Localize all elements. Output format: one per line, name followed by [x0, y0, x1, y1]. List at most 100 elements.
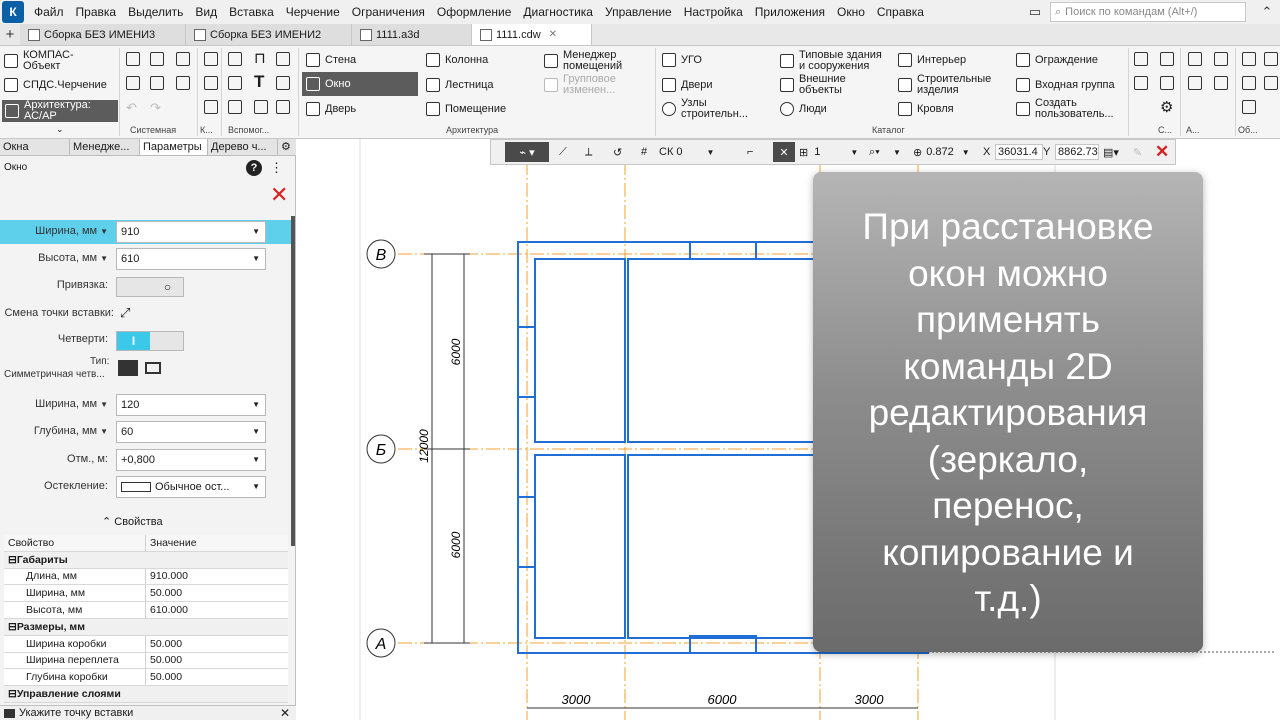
interior-button[interactable]: Интерьер	[898, 53, 966, 67]
cancel-command-icon[interactable]: ✕	[1155, 142, 1169, 161]
height-select[interactable]: 610 ▼	[116, 248, 266, 270]
add-point-icon[interactable]	[1242, 100, 1256, 114]
room-button[interactable]: Помещение	[426, 102, 506, 116]
dropdown-arrow-icon[interactable]: ▼	[893, 144, 901, 160]
doors-catalog-button[interactable]: Двери	[662, 78, 713, 92]
type-symmetric-icon[interactable]	[118, 360, 138, 376]
round-icon[interactable]: ↺	[613, 144, 622, 160]
aux-line-icon[interactable]	[228, 52, 242, 66]
menu-item[interactable]: Настройка	[678, 0, 749, 24]
mirror-icon[interactable]	[1242, 52, 1256, 66]
snap-active-icon[interactable]: ✕	[773, 142, 795, 162]
anchor-toggle[interactable]: ○	[116, 277, 184, 297]
property-value[interactable]: 910.000	[146, 570, 188, 582]
fence-button[interactable]: Ограждение	[1016, 53, 1098, 67]
paste-icon[interactable]	[204, 76, 218, 90]
kompas-object-button[interactable]: КОМПАС-Объект	[4, 50, 83, 72]
edit-disabled-icon[interactable]: ✎	[1133, 144, 1142, 160]
sync-icon[interactable]	[1160, 76, 1174, 90]
property-value[interactable]: 50.000	[146, 671, 182, 683]
room-manager-button[interactable]: Менеджер помещений	[544, 50, 637, 72]
menu-item[interactable]: Приложения	[749, 0, 831, 24]
undo-icon[interactable]: ↶	[126, 100, 137, 116]
door-button[interactable]: Дверь	[306, 102, 356, 116]
menu-item[interactable]: Управление	[599, 0, 678, 24]
window-restore-icon[interactable]: ▭	[1026, 3, 1044, 21]
menu-item[interactable]: Черчение	[280, 0, 346, 24]
menu-item[interactable]: Ограничения	[346, 0, 431, 24]
move-icon[interactable]	[1242, 76, 1256, 90]
table-row[interactable]: Ширина переплета 50.000	[4, 652, 288, 670]
ortho-icon[interactable]: ⟋	[559, 144, 567, 160]
panel-settings-icon[interactable]: ⚙	[278, 139, 296, 155]
kompas-app-icon[interactable]: К	[2, 1, 24, 23]
menu-item[interactable]: Правка	[70, 0, 123, 24]
menu-item[interactable]: Вставка	[223, 0, 280, 24]
roof-button[interactable]: Кровля	[898, 102, 954, 116]
redo-icon[interactable]: ↷	[150, 100, 161, 116]
property-value[interactable]: 50.000	[146, 587, 182, 599]
properties-header[interactable]: ⌃ Свойства	[102, 515, 163, 528]
table-group-row[interactable]: ⊟ Габариты	[4, 551, 288, 569]
collapse-group-icon[interactable]: ⊟	[8, 621, 17, 633]
level-icon[interactable]	[1214, 76, 1228, 90]
group-icon[interactable]	[228, 100, 242, 114]
x-coord-input[interactable]: 36031.4	[995, 144, 1043, 160]
building-products-button[interactable]: Строительные изделия	[898, 74, 1001, 96]
menu-item[interactable]: Вид	[189, 0, 223, 24]
column-button[interactable]: Колонна	[426, 53, 488, 67]
status-close-icon[interactable]: ✕	[280, 706, 290, 720]
type-asymmetric-icon[interactable]	[145, 362, 161, 374]
rotate-icon[interactable]	[254, 100, 268, 114]
snap-mode-button[interactable]: ⌁ ▾	[505, 142, 549, 162]
new-file-icon[interactable]	[126, 52, 140, 66]
typical-buildings-button[interactable]: Типовые здания и сооружения	[780, 50, 891, 72]
tree-view-icon[interactable]: ⋮	[270, 160, 283, 176]
scissors-icon[interactable]	[1264, 52, 1278, 66]
document-tab[interactable]: Сборка БЕЗ ИМЕНИ2	[186, 24, 352, 45]
document-tab[interactable]: 1111.cdw ✕	[472, 24, 592, 45]
menu-item[interactable]: Окно	[831, 0, 871, 24]
y-coord-input[interactable]: 8862.73	[1055, 144, 1099, 160]
entrance-group-button[interactable]: Входная группа	[1016, 78, 1115, 92]
table-row[interactable]: Ширина, мм 50.000	[4, 585, 288, 603]
settings-gear-icon[interactable]: ⚙	[1160, 98, 1173, 116]
q-depth-select[interactable]: 60 ▼	[116, 421, 266, 443]
grid-icon[interactable]: #	[641, 144, 647, 160]
close-panel-icon[interactable]: ✕	[270, 184, 288, 206]
new-document-icon[interactable]: +	[0, 23, 20, 45]
ugo-button[interactable]: УГО	[662, 53, 702, 67]
menu-item[interactable]: Файл	[28, 0, 70, 24]
open-folder-icon[interactable]	[150, 52, 164, 66]
axis-icon[interactable]	[1188, 76, 1202, 90]
layer-select[interactable]: ⊞ 1 ▼	[799, 144, 858, 160]
minimize-ribbon-icon[interactable]: ⌃	[1258, 3, 1276, 21]
menu-item[interactable]: Оформление	[431, 0, 517, 24]
architecture-app-button[interactable]: Архитектура: АС/АР	[2, 100, 118, 122]
tab-windows[interactable]: Окна	[0, 139, 70, 155]
menu-item[interactable]: Выделить	[122, 0, 189, 24]
group-change-button[interactable]: Групповое изменен...	[544, 74, 637, 96]
save-icon[interactable]	[176, 52, 190, 66]
zoom-icon[interactable]: ⌕▾	[869, 144, 880, 160]
menu-item[interactable]: Справка	[871, 0, 930, 24]
params-icon[interactable]: ▤▾	[1103, 144, 1119, 160]
object-icon[interactable]	[1160, 52, 1174, 66]
zoom-scale[interactable]: ⊕ 0.872 ▼	[913, 144, 970, 160]
create-custom-button[interactable]: Создать пользователь...	[1016, 98, 1125, 120]
insert-point-icon[interactable]: ⤢	[120, 305, 130, 321]
quarters-toggle[interactable]: I	[116, 331, 184, 351]
property-value[interactable]: 50.000	[146, 654, 182, 666]
width-select[interactable]: 910 ▼	[116, 221, 266, 243]
spds-drawing-button[interactable]: СПДС.Черчение	[4, 78, 107, 92]
text-icon[interactable]: T	[254, 72, 264, 92]
fragment-icon[interactable]	[228, 76, 242, 90]
magnet-icon[interactable]: ⊓	[254, 49, 266, 67]
pencil-icon[interactable]	[1264, 76, 1278, 90]
people-button[interactable]: Люди	[780, 102, 827, 116]
command-search-input[interactable]: ⌕ Поиск по командам (Alt+/)	[1050, 2, 1246, 22]
close-tab-icon[interactable]: ✕	[549, 29, 557, 40]
measure-icon[interactable]	[276, 52, 290, 66]
panel-scrollbar[interactable]	[291, 216, 295, 546]
layer-style-icon[interactable]: ⌐	[747, 144, 753, 160]
